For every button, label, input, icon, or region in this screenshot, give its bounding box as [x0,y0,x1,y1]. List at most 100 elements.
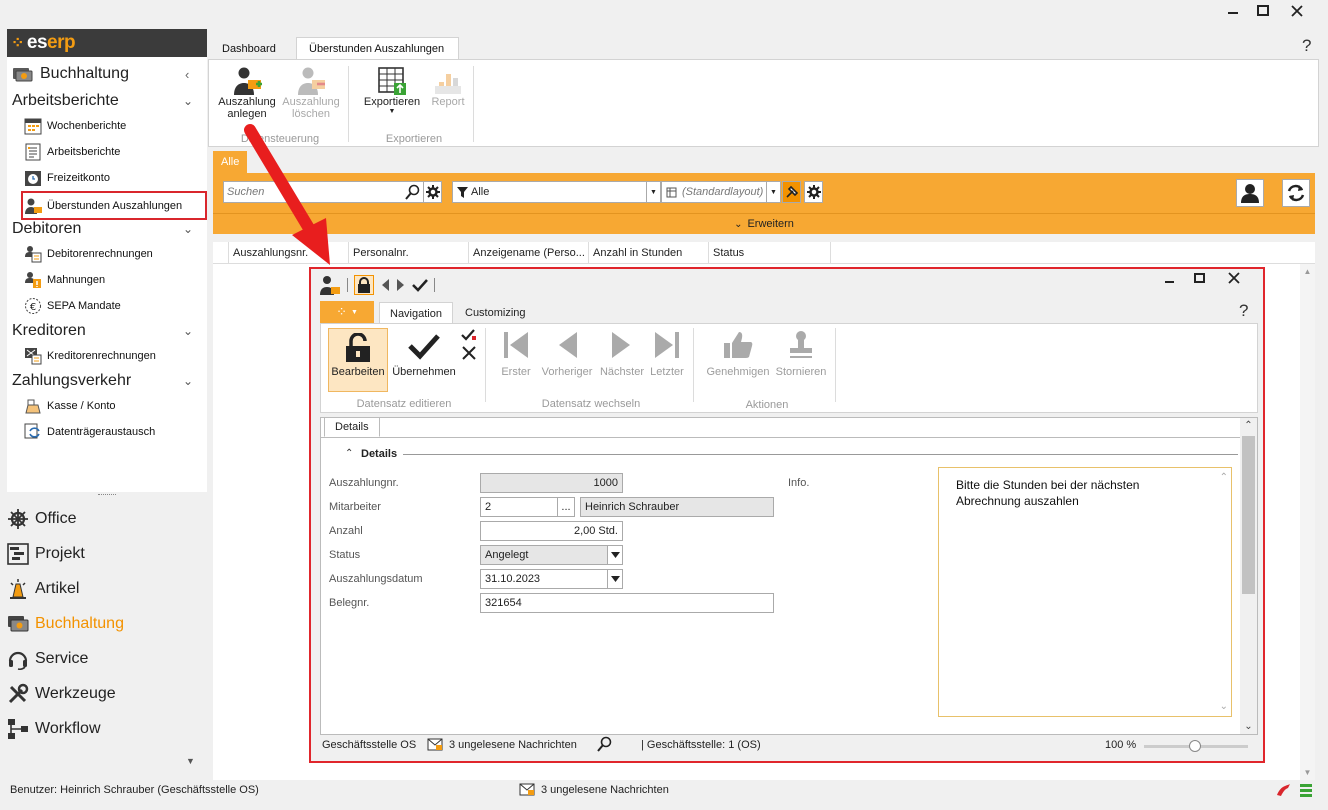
layout-settings-button[interactable] [804,181,823,203]
module-artikel[interactable]: Artikel [7,576,79,602]
mitarbeiter-picker-button[interactable]: ... [557,497,575,517]
tab-details[interactable]: Details [324,417,380,437]
mitarbeiter-name-field[interactable]: Heinrich Schrauber [580,497,774,517]
dialog-close-button[interactable] [1227,271,1241,285]
filter-dropdown-button[interactable]: ▼ [646,181,661,203]
column-header-status[interactable]: Status [709,242,831,264]
module-workflow[interactable]: Workflow [7,716,101,742]
sidebar-item-sepa-mandate[interactable]: € SEPA Mandate [23,295,121,317]
tab-customizing[interactable]: Customizing [455,302,536,324]
modules-more-icon[interactable]: ▼ [186,756,195,766]
tab-ueberstunden-auszahlungen[interactable]: Überstunden Auszahlungen [296,37,459,60]
uebernehmen-button[interactable]: Übernehmen [390,332,458,378]
auszahlungsdatum-field[interactable]: 31.10.2023 [480,569,623,589]
search-icon[interactable] [405,184,421,200]
dialog-messages[interactable]: 3 ungelesene Nachrichten [427,738,577,751]
splitter-handle[interactable] [98,494,116,496]
zoom-slider-thumb[interactable] [1189,740,1201,752]
dialog-help-button[interactable]: ? [1239,301,1248,321]
genehmigen-button[interactable]: Genehmigen [705,330,771,378]
sidebar-item-kasse-konto[interactable]: Kasse / Konto [23,395,116,417]
module-buchhaltung[interactable]: Buchhaltung [7,611,124,637]
anzahl-field[interactable]: 2,00 Std. [480,521,623,541]
sidebar-item-wochenberichte[interactable]: Wochenberichte [23,115,126,137]
chevron-down-icon[interactable]: ⌄ [1240,721,1257,732]
chevron-down-icon[interactable]: ⌄ [183,222,193,236]
cancel-x-icon[interactable] [462,346,476,360]
minimize-button[interactable] [1226,3,1246,19]
group-kreditoren[interactable]: Kreditoren [12,322,86,340]
module-projekt[interactable]: Projekt [7,541,85,567]
dropdown-arrow-icon[interactable] [607,546,622,564]
check-all-icon[interactable] [461,328,477,342]
dialog-minimize-button[interactable] [1163,271,1177,285]
status-select[interactable]: Angelegt [480,545,623,565]
dialog-maximize-button[interactable] [1193,271,1207,285]
dropdown-arrow-icon[interactable] [607,570,622,588]
chevron-up-icon[interactable]: ⌃ [1220,472,1228,483]
mitarbeiter-id-field[interactable]: 2 [480,497,558,517]
zoom-slider[interactable] [1144,740,1248,752]
sidebar-item-freizeitkonto[interactable]: Freizeitkonto [23,167,110,189]
vorheriger-button[interactable]: Vorheriger [538,330,596,378]
auszahlung-loeschen-button[interactable]: Auszahlung löschen [281,66,341,120]
exportieren-button[interactable]: Exportieren ▼ [359,66,425,116]
scroll-down-icon[interactable]: ▼ [1300,768,1315,777]
info-textarea[interactable]: Bitte die Stunden bei der nächsten Abrec… [938,467,1232,717]
user-filter-button[interactable] [1236,179,1264,207]
search-settings-button[interactable] [423,181,442,203]
sidebar-item-ueberstunden-auszahlungen[interactable]: Überstunden Auszahlungen [21,191,207,220]
phone-icon[interactable] [1275,783,1291,799]
sidebar-item-arbeitsberichte[interactable]: Arbeitsberichte [23,141,120,163]
chevron-down-icon[interactable]: ⌄ [183,374,193,388]
sidebar-collapse-icon[interactable]: ‹ [185,67,189,82]
report-button[interactable]: Report [425,66,471,108]
module-werkzeuge[interactable]: Werkzeuge [7,681,116,707]
erster-button[interactable]: Erster [496,330,536,378]
chevron-down-icon[interactable]: ⌄ [183,324,193,338]
maximize-button[interactable] [1256,3,1276,19]
scrollbar-thumb[interactable] [1242,436,1255,594]
lock-toggle-button[interactable] [354,275,374,295]
status-messages[interactable]: 3 ungelesene Nachrichten [519,783,669,796]
filter-select[interactable]: Alle [452,181,648,203]
group-arbeitsberichte[interactable]: Arbeitsberichte [12,92,119,110]
group-zahlungsverkehr[interactable]: Zahlungsverkehr [12,372,131,390]
column-header-anzeigename[interactable]: Anzeigename (Perso... [469,242,589,264]
tab-navigation[interactable]: Navigation [379,302,453,324]
chevron-down-icon[interactable]: ⌄ [1220,701,1228,712]
app-menu-button[interactable]: ⁘ ▼ [320,301,374,323]
tab-dashboard[interactable]: Dashboard [210,37,288,60]
sidebar-item-datentraegeraustausch[interactable]: Datenträgeraustausch [23,421,155,443]
prev-arrow-icon[interactable] [380,278,390,292]
expand-bar[interactable]: ⌄ Erweitern [213,213,1315,234]
details-scrollbar[interactable]: ⌃ ⌄ [1240,418,1257,734]
auszahlung-anlegen-button[interactable]: Auszahlung anlegen [217,66,277,120]
next-arrow-icon[interactable] [396,278,406,292]
layout-edit-button[interactable] [782,181,801,203]
refresh-button[interactable] [1282,179,1310,207]
letzter-button[interactable]: Letzter [647,330,687,378]
sidebar-item-debitorenrechnungen[interactable]: Debitorenrechnungen [23,243,153,265]
grid-scrollbar[interactable]: ▲ ▼ [1300,264,1315,780]
stornieren-button[interactable]: Stornieren [773,330,829,378]
help-button[interactable]: ? [1302,36,1311,56]
naechster-button[interactable]: Nächster [597,330,647,378]
search-icon[interactable] [597,736,613,752]
auszahlungnr-field[interactable]: 1000 [480,473,623,493]
layout-dropdown-button[interactable]: ▼ [766,181,781,203]
check-icon[interactable] [412,278,428,292]
column-header-personalnr[interactable]: Personalnr. [349,242,469,264]
chevron-down-icon[interactable]: ⌄ [183,94,193,108]
database-icon[interactable] [1298,783,1314,799]
chevron-up-icon[interactable]: ⌃ [1240,420,1257,431]
module-office[interactable]: Office [7,506,77,532]
bearbeiten-button[interactable]: Bearbeiten [328,328,388,392]
module-service[interactable]: Service [7,646,88,672]
sidebar-item-mahnungen[interactable]: Mahnungen [23,269,105,291]
scroll-up-icon[interactable]: ▲ [1300,267,1315,276]
sidebar-header[interactable]: Buchhaltung [12,65,129,83]
group-debitoren[interactable]: Debitoren [12,220,81,238]
column-header-anzahl[interactable]: Anzahl in Stunden [589,242,709,264]
sidebar-item-kreditorenrechnungen[interactable]: Kreditorenrechnungen [23,345,156,367]
